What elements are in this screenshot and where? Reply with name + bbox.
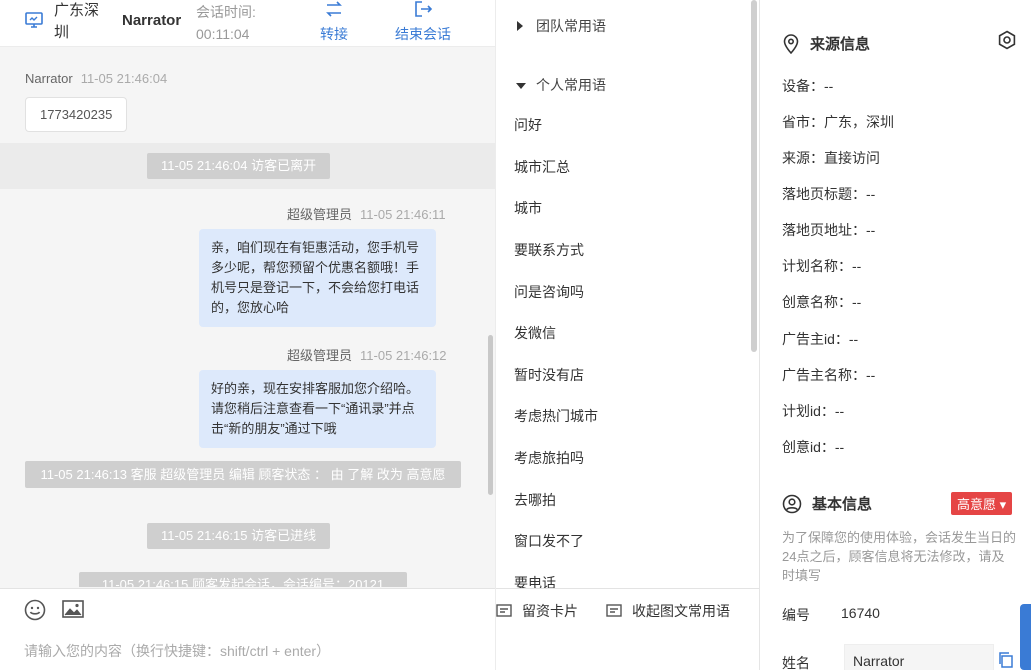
section-label: 基本信息 [812,496,873,513]
info-advertiser-id: 广告主id：-- [782,331,859,347]
id-value: 16740 [841,605,880,621]
name-label: 姓名 [782,655,810,670]
intent-status-dropdown[interactable]: 高意愿 ▾ [951,492,1013,515]
phrase-item[interactable]: 发微信 [514,323,556,343]
info-creative-name: 创意名称：-- [782,294,862,310]
info-device: 设备：-- [782,78,834,94]
phrase-item[interactable]: 城市汇总 [514,157,570,177]
message-time: 11-05 21:46:04 [80,71,168,86]
caret-down-icon: ▾ [999,497,1007,512]
user-icon [782,494,802,513]
image-icon[interactable] [62,599,84,622]
group-label: 个人常用语 [536,77,606,93]
message-sender: 超级管理员 [287,207,353,222]
chat-panel: 广东深圳 Narrator 会话时间: 00:11:04 转接 结束会话 Nar… [0,0,495,670]
phrase-item[interactable]: 考虑热门城市 [514,406,598,426]
message-meta: Narrator 11-05 21:46:04 [25,71,167,86]
personal-phrases-group[interactable]: 个人常用语 [516,75,606,95]
chat-header: 广东深圳 Narrator 会话时间: 00:11:04 转接 结束会话 [0,0,495,47]
info-landing-url: 落地页地址：-- [782,222,876,238]
message-sender: Narrator [25,71,73,86]
emoji-icon[interactable] [24,599,46,624]
phrase-item[interactable]: 问是咨询吗 [514,282,584,302]
copy-icon[interactable] [998,652,1014,670]
location-pin-icon [783,33,799,54]
source-info-title: 来源信息 [782,33,870,54]
message-meta: 超级管理员 11-05 21:46:11 [287,204,446,223]
system-message: 11-05 21:46:15 顾客发起会话，会话编号：20121 [79,572,407,587]
phrase-item[interactable]: 去哪拍 [514,490,556,510]
exit-icon [415,1,433,17]
card-icon [496,604,512,617]
phrase-item[interactable]: 要联系方式 [514,240,584,260]
system-message: 11-05 21:46:13 客服 超级管理员 编辑 顾客状态 ： 由 了解 改… [25,461,461,488]
phrases-footer: 留资卡片 收起图文常用语 [496,588,759,631]
end-session-button[interactable]: 结束会话 [388,0,458,44]
end-session-label: 结束会话 [395,26,451,42]
collapse-phrases-button[interactable]: 收起图文常用语 [606,601,730,621]
phrase-item[interactable]: 城市 [514,198,542,218]
message-bubble-agent: 亲，咱们现在有钜惠活动，您手机号多少呢，帮您预留个优惠名额哦！手机号只是登记一下… [199,229,436,327]
session-time-value: 00:11:04 [196,26,250,42]
message-bubble-visitor: 1773420235 [25,97,128,132]
info-creative-id: 创意id：-- [782,439,845,455]
phrase-item[interactable]: 窗口发不了 [514,531,584,551]
collapse-phrases-label: 收起图文常用语 [632,603,730,619]
side-panel-tab[interactable] [1020,604,1031,670]
common-phrases-panel: 团队常用语 个人常用语 问好 城市汇总 城市 要联系方式 问是咨询吗 发微信 暂… [495,0,759,670]
customer-info-panel: 来源信息 设备：-- 省市：广东，深圳 来源：直接访问 落地页标题：-- 落地页… [759,0,1031,670]
message-input[interactable]: 请输入您的内容（换行快捷键：shift/ctrl + enter） [24,641,330,661]
phrase-item[interactable]: 问好 [514,115,542,135]
info-advertiser-name: 广告主名称：-- [782,367,876,383]
system-message: 11-05 21:46:15 访客已进线 [147,523,331,549]
phrases-scrollbar[interactable] [751,0,757,352]
transfer-icon [326,1,342,17]
intent-status-label: 高意愿 [957,497,997,512]
info-source: 来源：直接访问 [782,150,880,166]
session-time-label: 会话时间: [196,4,256,20]
transfer-button[interactable]: 转接 [316,0,352,44]
message-icon [606,604,622,617]
edit-notice: 为了保障您的使用体验，会话发生当日的24点之后，顾客信息将无法修改，请及时填写 [782,530,1017,583]
lead-card-label: 留资卡片 [522,603,578,619]
transfer-label: 转接 [320,26,348,42]
basic-info-title: 基本信息 [782,493,872,514]
message-sender: 超级管理员 [287,348,353,363]
info-plan-name: 计划名称：-- [782,258,862,274]
caret-down-icon [516,77,526,93]
caret-right-icon [516,18,526,34]
message-bubble-agent: 好的亲，现在安排客服加您介绍哈。请您稍后注意查看一下“通讯录”并点击“新的朋友”… [199,370,436,448]
section-label: 来源信息 [810,36,871,53]
group-label: 团队常用语 [536,18,606,34]
message-meta: 超级管理员 11-05 21:46:12 [287,345,447,364]
lead-card-button[interactable]: 留资卡片 [496,601,578,621]
info-region: 省市：广东，深圳 [782,114,894,130]
team-phrases-group[interactable]: 团队常用语 [516,16,606,36]
system-message: 11-05 21:46:04 访客已离开 [147,153,331,179]
info-plan-id: 计划id：-- [782,403,845,419]
chat-scrollbar[interactable] [488,335,493,495]
chat-message-list[interactable]: Narrator 11-05 21:46:04 1773420235 11-05 … [0,47,495,587]
info-landing-title: 落地页标题：-- [782,186,876,202]
message-time: 11-05 21:46:11 [360,207,446,222]
name-field[interactable] [844,644,994,670]
monitor-icon [24,10,44,33]
id-label: 编号 [782,607,810,623]
message-composer: 请输入您的内容（换行快捷键：shift/ctrl + enter） [0,588,495,670]
settings-icon[interactable] [997,30,1017,53]
visitor-name: Narrator [122,12,182,29]
visitor-location: 广东深圳 [54,2,100,41]
phrase-item[interactable]: 考虑旅拍吗 [514,448,584,468]
message-time: 11-05 21:46:12 [360,348,447,363]
phrase-item[interactable]: 暂时没有店 [514,365,584,385]
